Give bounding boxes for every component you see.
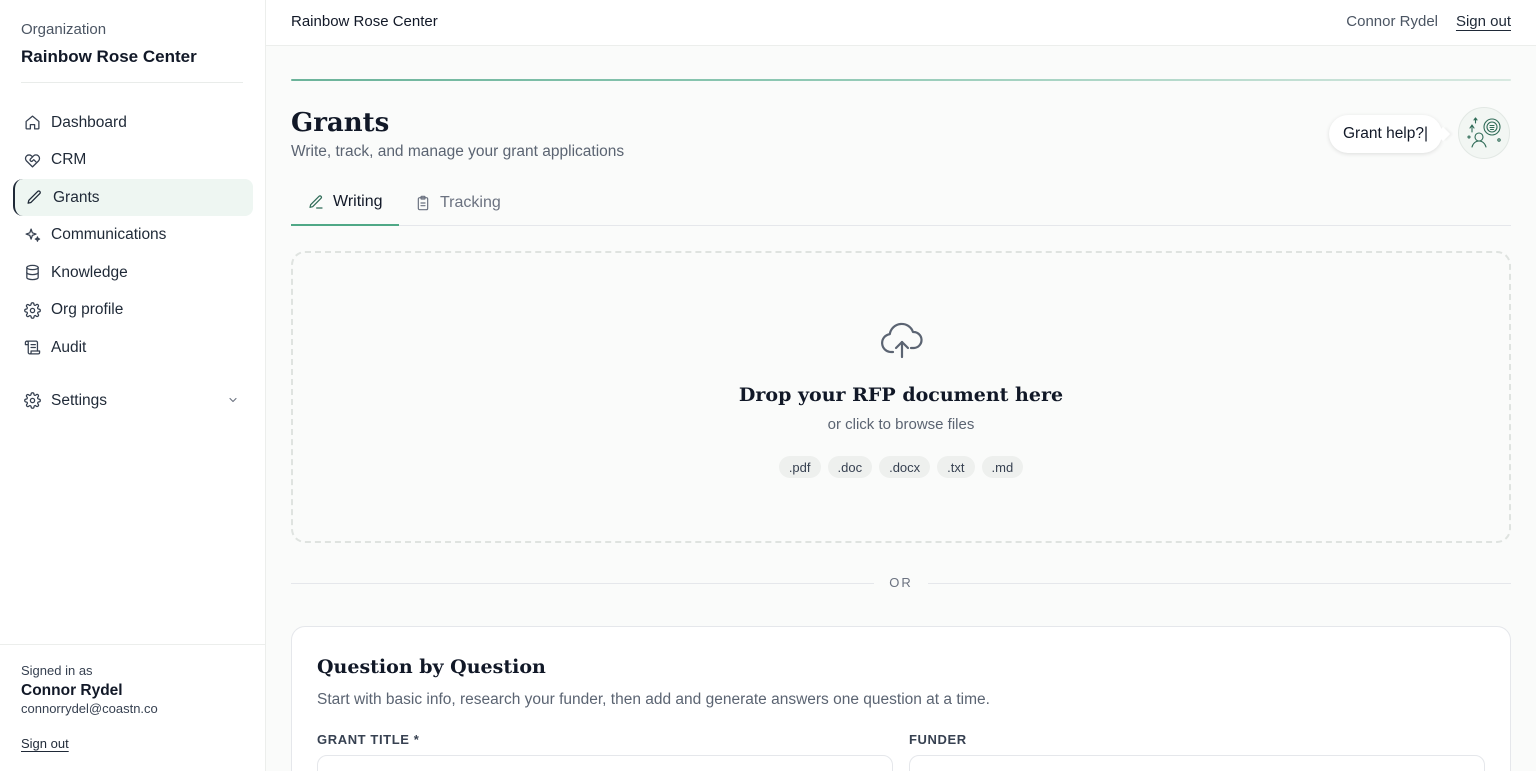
tab-label: Tracking <box>440 194 501 211</box>
sidebar-item-grants[interactable]: Grants <box>13 179 253 216</box>
grant-title-input[interactable] <box>317 755 893 771</box>
sidebar-item-communications[interactable]: Communications <box>13 217 253 254</box>
home-icon <box>24 114 41 131</box>
assistant-avatar[interactable] <box>1458 107 1510 159</box>
topbar-org-name: Rainbow Rose Center <box>291 13 438 30</box>
grant-help-bubble[interactable]: Grant help?| <box>1329 115 1443 153</box>
sidebar-item-dashboard[interactable]: Dashboard <box>13 104 253 141</box>
rfp-dropzone[interactable]: Drop your RFP document here or click to … <box>291 251 1511 543</box>
sidebar-item-org-profile[interactable]: Org profile <box>13 292 253 329</box>
sidebar-item-label: Communications <box>51 226 167 243</box>
chevron-down-icon <box>227 394 239 406</box>
sparkles-icon <box>24 227 41 244</box>
format-chip: .md <box>981 456 1024 478</box>
signed-in-label: Signed in as <box>21 663 93 678</box>
page-title: Grants <box>291 108 390 138</box>
grant-help-label: Grant help?| <box>1343 125 1429 142</box>
file-format-chips: .pdf .doc .docx .txt .md <box>293 456 1509 478</box>
sidebar-item-audit[interactable]: Audit <box>13 329 253 366</box>
user-email: connorrydel@coastn.co <box>21 701 158 716</box>
sidebar: Organization Rainbow Rose Center Dashboa… <box>0 0 266 771</box>
topbar-sign-out-link[interactable]: Sign out <box>1456 13 1511 30</box>
sidebar-item-label: Org profile <box>51 301 124 318</box>
sidebar-item-label: Knowledge <box>51 263 128 281</box>
sidebar-item-label: CRM <box>51 151 87 168</box>
format-chip: .pdf <box>778 456 821 478</box>
format-chip: .txt <box>937 456 975 478</box>
topbar-user-name: Connor Rydel <box>1346 13 1438 30</box>
sidebar-item-label: Settings <box>51 391 108 409</box>
sidebar-sign-out-link[interactable]: Sign out <box>21 736 69 751</box>
cloud-upload-icon <box>880 321 924 359</box>
dropzone-title: Drop your RFP document here <box>738 384 1064 406</box>
tab-writing[interactable]: Writing <box>291 180 399 226</box>
pencil-icon <box>26 189 43 206</box>
user-block: Signed in as Connor Rydel connorrydel@co… <box>0 644 266 771</box>
question-card-subtitle: Start with basic info, research your fun… <box>317 691 990 708</box>
sidebar-item-label: Audit <box>51 338 87 356</box>
topbar: Rainbow Rose Center Connor Rydel Sign ou… <box>266 0 1536 46</box>
format-chip: .docx <box>879 456 931 478</box>
dropzone-subtitle: or click to browse files <box>827 416 975 433</box>
tab-tracking[interactable]: Tracking <box>415 180 501 226</box>
org-block: Organization Rainbow Rose Center <box>21 20 243 83</box>
heart-handshake-icon <box>24 152 41 169</box>
gear-icon <box>24 392 41 409</box>
org-name: Rainbow Rose Center <box>21 47 197 66</box>
sidebar-nav: Dashboard CRM Grants Communications Know… <box>13 104 253 420</box>
sidebar-item-settings[interactable]: Settings <box>13 382 253 419</box>
tab-label: Writing <box>333 193 383 210</box>
sidebar-item-crm[interactable]: CRM <box>13 142 253 179</box>
clipboard-icon <box>415 195 431 211</box>
divider-line-right <box>928 583 1511 584</box>
pencil-icon <box>308 194 324 210</box>
page-subtitle: Write, track, and manage your grant appl… <box>291 143 625 160</box>
or-divider: OR <box>291 575 1511 590</box>
question-by-question-card: Question by Question Start with basic in… <box>291 626 1511 771</box>
sidebar-item-label: Grants <box>53 188 100 206</box>
database-icon <box>24 264 41 281</box>
main-content: Grants Write, track, and manage your gra… <box>266 46 1536 771</box>
format-chip: .doc <box>827 456 873 478</box>
question-card-title: Question by Question <box>317 656 546 678</box>
sidebar-item-knowledge[interactable]: Knowledge <box>13 254 253 291</box>
grant-title-label: GRANT TITLE * <box>317 732 420 747</box>
sidebar-item-label: Dashboard <box>51 113 127 131</box>
accent-divider <box>291 79 1511 81</box>
user-name: Connor Rydel <box>21 682 123 699</box>
funder-label: FUNDER <box>909 732 967 747</box>
grants-tabs: Writing Tracking <box>291 180 1511 226</box>
funder-input[interactable] <box>909 755 1485 771</box>
org-label: Organization <box>21 21 107 38</box>
scroll-icon <box>24 339 41 356</box>
gear-icon <box>24 301 41 319</box>
